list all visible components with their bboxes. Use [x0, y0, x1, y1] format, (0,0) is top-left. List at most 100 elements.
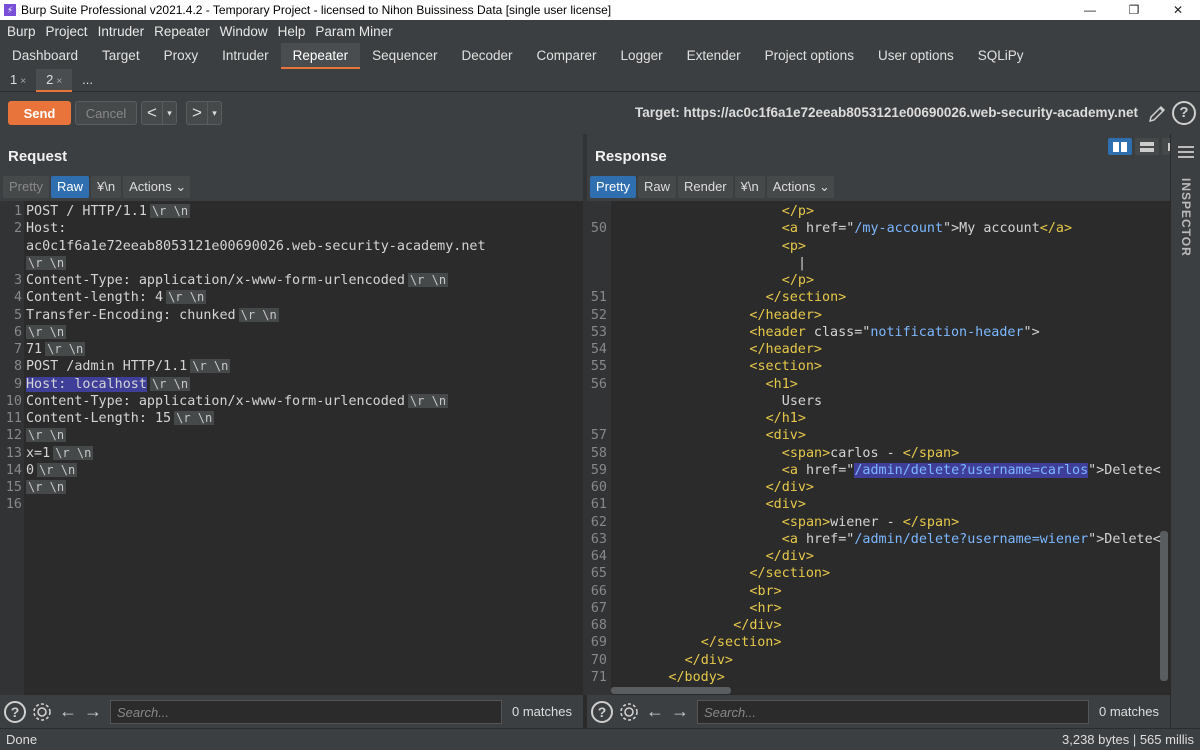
request-line-text: \r \n: [26, 255, 67, 272]
newline-glyph: \n: [104, 179, 116, 194]
response-actions-button[interactable]: Actions ⌄: [766, 176, 834, 198]
response-line: 61 <div>: [587, 496, 1170, 513]
request-editor[interactable]: 1 POST / HTTP/1.1 \r \n 2 Host: ac0c1f6a1e72e…: [0, 201, 583, 695]
response-editor[interactable]: </p> 50 <a href="/my-account">My account</…: [587, 201, 1170, 695]
close-icon[interactable]: ×: [56, 76, 62, 87]
response-line: </h1>: [587, 410, 1170, 427]
tab-decoder[interactable]: Decoder: [449, 43, 524, 69]
actions-label: Actions: [772, 179, 816, 194]
tab-repeater[interactable]: Repeater: [280, 43, 361, 69]
subtab-1[interactable]: 1 ×: [0, 69, 36, 92]
crlf-marker: \r \n: [190, 359, 231, 374]
token-tag: </: [902, 514, 919, 530]
request-actions-button[interactable]: Actions ⌄: [123, 176, 191, 198]
token-tag: >: [1063, 221, 1073, 237]
crlf-marker: \r \n: [238, 307, 279, 322]
response-raw-button[interactable]: Raw: [637, 176, 676, 198]
restore-icon[interactable]: ❐: [1112, 0, 1156, 20]
request-search-input[interactable]: Search...: [110, 699, 502, 724]
request-pretty-button[interactable]: Pretty: [3, 176, 49, 198]
request-view-toolbar: Pretty Raw ¥\n Actions ⌄: [3, 176, 191, 198]
token-tag: >: [773, 635, 782, 651]
response-line: 60 </div>: [587, 479, 1170, 496]
target-label: Target: https://ac0c1f6a1e72eeab8053121e…: [634, 105, 1138, 120]
response-line-text: </section>: [749, 565, 830, 582]
help-icon[interactable]: ?: [590, 700, 614, 724]
next-match-arrow-icon[interactable]: →: [82, 701, 104, 723]
tab-target[interactable]: Target: [90, 43, 152, 69]
response-line: 70 </div>: [587, 652, 1170, 669]
tab-proxy[interactable]: Proxy: [152, 43, 211, 69]
response-line-text: |: [798, 255, 806, 272]
token-tag: >: [716, 669, 725, 685]
response-line-text: <span>carlos - </span>: [782, 445, 959, 462]
tab-logger[interactable]: Logger: [609, 43, 675, 69]
tab-user-options[interactable]: User options: [866, 43, 966, 69]
previous-match-arrow-icon[interactable]: ←: [57, 701, 79, 723]
menu-param-miner[interactable]: Param Miner: [310, 24, 397, 39]
token-tag: p: [797, 273, 806, 288]
split-vertical-layout-icon[interactable]: [1135, 138, 1159, 155]
line-content: POST /admin HTTP/1.1: [26, 359, 188, 375]
request-raw-button[interactable]: Raw: [50, 176, 89, 198]
edit-target-pencil-icon[interactable]: [1146, 103, 1168, 125]
request-newline-toggle[interactable]: ¥\n: [90, 176, 122, 198]
forward-arrow-icon[interactable]: >: [187, 102, 207, 124]
previous-match-arrow-icon[interactable]: ←: [644, 701, 666, 723]
forward-dropdown-icon[interactable]: ▾: [207, 102, 221, 124]
token-tag: >: [813, 359, 822, 375]
highlighted-selection: /admin/delete?username=carlos: [854, 462, 1089, 478]
menu-intruder[interactable]: Intruder: [93, 24, 150, 39]
request-line-text: \r \n: [26, 479, 67, 496]
settings-gear-icon[interactable]: [30, 700, 54, 724]
subtab-2[interactable]: 2 ×: [36, 68, 73, 92]
tab-extender[interactable]: Extender: [675, 43, 753, 69]
next-match-arrow-icon[interactable]: →: [669, 701, 691, 723]
response-newline-toggle[interactable]: ¥\n: [734, 176, 765, 198]
request-line-text: Transfer-Encoding: chunked \r \n: [26, 307, 279, 324]
crlf-marker: \r \n: [149, 376, 191, 391]
split-horizontal-layout-icon[interactable]: [1108, 138, 1132, 155]
menu-repeater[interactable]: Repeater: [149, 24, 215, 39]
help-icon[interactable]: ?: [3, 700, 27, 724]
tab-sqlipy[interactable]: SQLiPy: [966, 43, 1036, 69]
response-line: 66 <br>: [587, 583, 1170, 600]
back-arrow-icon[interactable]: <: [142, 102, 162, 124]
tab-intruder[interactable]: Intruder: [210, 43, 281, 69]
response-render-button[interactable]: Render: [677, 176, 733, 198]
tab-sequencer[interactable]: Sequencer: [360, 43, 449, 69]
tab-dashboard[interactable]: Dashboard: [0, 43, 90, 69]
line-number: 10: [5, 393, 22, 409]
close-icon[interactable]: ✕: [1156, 0, 1200, 20]
cancel-button[interactable]: Cancel: [75, 101, 137, 125]
help-icon[interactable]: ?: [1172, 101, 1196, 125]
minimize-icon[interactable]: —: [1068, 0, 1112, 20]
horizontal-scrollbar[interactable]: [611, 687, 731, 694]
crlf-marker: \r \n: [26, 255, 67, 270]
menu-window[interactable]: Window: [215, 24, 273, 39]
hamburger-icon[interactable]: [1178, 146, 1194, 158]
subtab-new[interactable]: ...: [72, 69, 103, 92]
token-tag: a: [789, 462, 798, 478]
response-view-toolbar: Pretty Raw Render ¥\n Actions ⌄: [590, 176, 834, 198]
line-number: 9: [13, 376, 22, 392]
tab-comparer[interactable]: Comparer: [525, 43, 609, 69]
close-icon[interactable]: ×: [20, 76, 26, 87]
response-pretty-button[interactable]: Pretty: [590, 176, 636, 198]
menu-burp[interactable]: Burp: [2, 24, 41, 39]
response-line-text: <div>: [766, 427, 806, 444]
menu-help[interactable]: Help: [273, 24, 311, 39]
line-number: 71: [590, 669, 607, 685]
token-tag: </: [749, 307, 766, 323]
send-button[interactable]: Send: [8, 101, 71, 125]
token-tag: br: [757, 583, 774, 599]
token-tag: header: [765, 307, 814, 323]
menu-project[interactable]: Project: [41, 24, 93, 39]
token-tag: <: [781, 221, 790, 237]
inspector-sidebar[interactable]: INSPECTOR: [1170, 134, 1200, 728]
settings-gear-icon[interactable]: [617, 700, 641, 724]
actions-label: Actions: [129, 179, 172, 194]
tab-project-options[interactable]: Project options: [753, 43, 866, 69]
back-dropdown-icon[interactable]: ▾: [162, 102, 176, 124]
response-search-input[interactable]: Search...: [697, 699, 1089, 724]
